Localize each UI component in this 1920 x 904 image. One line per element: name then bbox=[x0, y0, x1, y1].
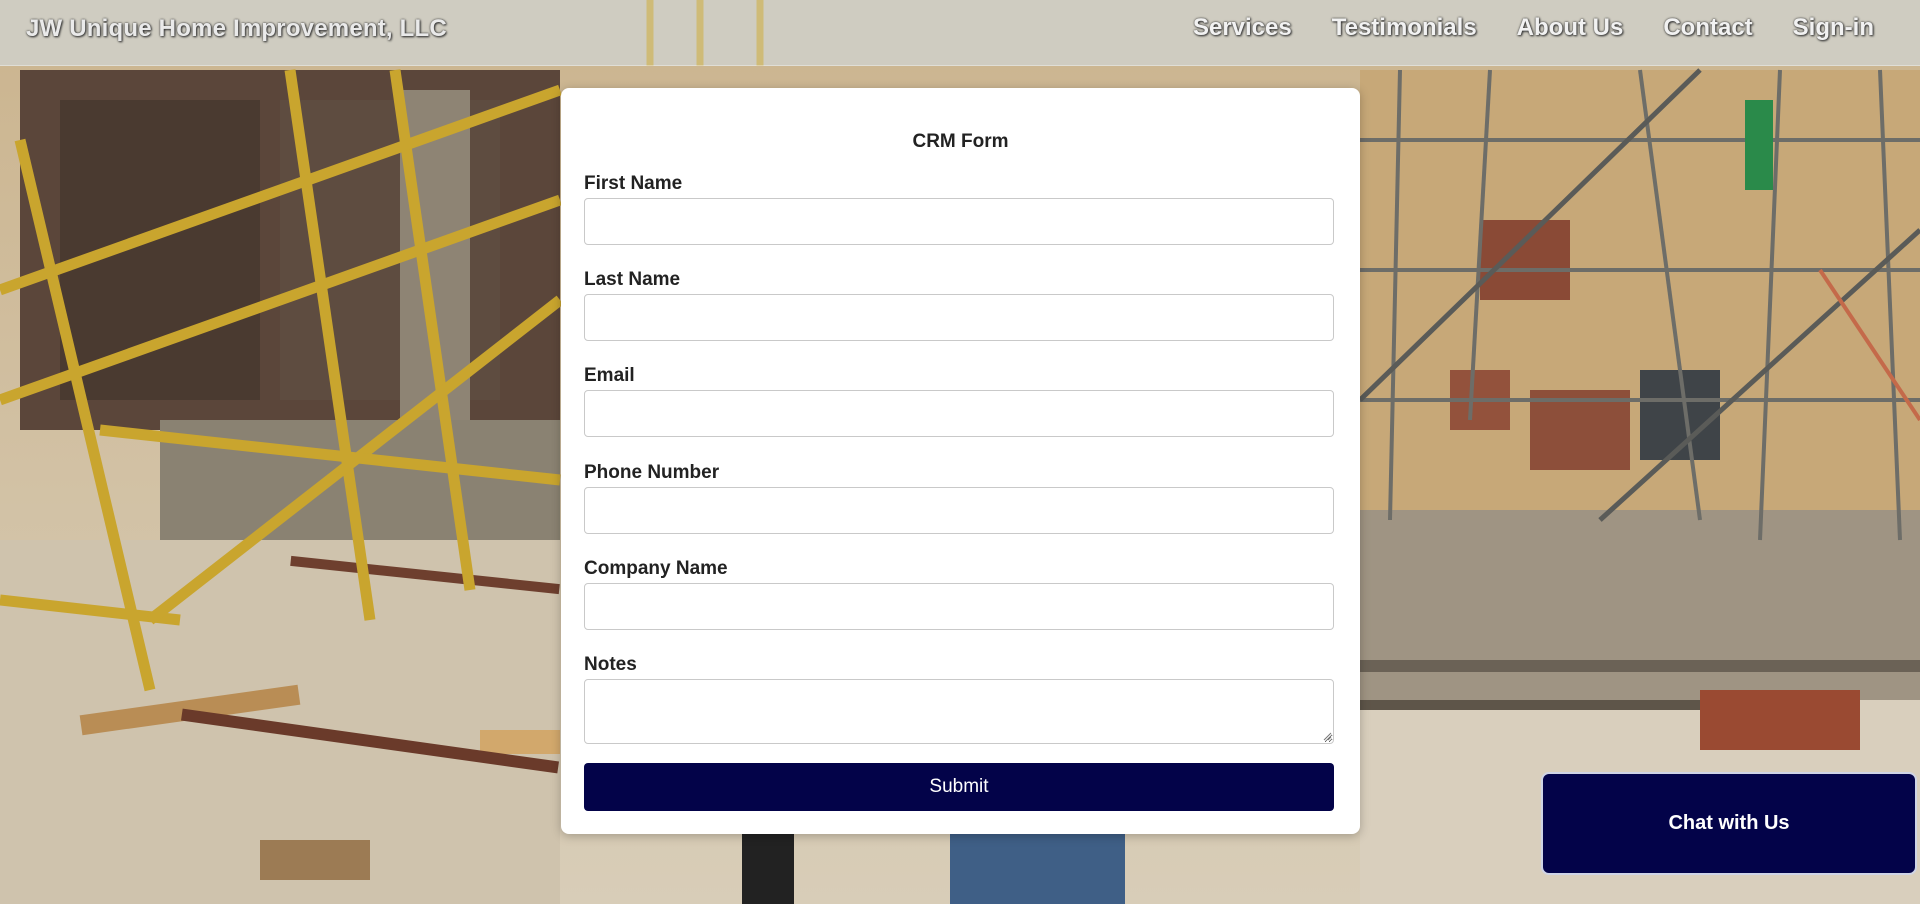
email-label: Email bbox=[584, 365, 635, 386]
form-title: CRM Form bbox=[912, 131, 1009, 152]
phone-number-input[interactable] bbox=[584, 487, 1334, 534]
nav-services[interactable]: Services bbox=[1193, 14, 1292, 42]
last-name-input[interactable] bbox=[584, 294, 1334, 341]
main-nav: Services Testimonials About Us Contact S… bbox=[1193, 14, 1874, 42]
last-name-label: Last Name bbox=[584, 269, 681, 290]
company-name-input[interactable] bbox=[584, 583, 1334, 630]
nav-testimonials[interactable]: Testimonials bbox=[1332, 14, 1477, 42]
nav-sign-in[interactable]: Sign-in bbox=[1793, 14, 1874, 42]
crm-form-card: CRM Form First Name Last Name Email Phon… bbox=[561, 88, 1360, 834]
chat-with-us-button[interactable]: Chat with Us bbox=[1541, 772, 1917, 875]
first-name-label: First Name bbox=[584, 173, 683, 194]
notes-textarea[interactable] bbox=[584, 679, 1334, 744]
nav-contact[interactable]: Contact bbox=[1663, 14, 1752, 42]
submit-button[interactable]: Submit bbox=[584, 763, 1334, 811]
first-name-input[interactable] bbox=[584, 198, 1334, 245]
nav-about-us[interactable]: About Us bbox=[1517, 14, 1624, 42]
site-header: JW Unique Home Improvement, LLC Services… bbox=[0, 0, 1920, 66]
phone-number-label: Phone Number bbox=[584, 462, 720, 483]
brand-logo-text[interactable]: JW Unique Home Improvement, LLC bbox=[26, 15, 447, 43]
notes-label: Notes bbox=[584, 654, 637, 675]
resize-grip-icon[interactable] bbox=[1322, 731, 1332, 741]
company-name-label: Company Name bbox=[584, 558, 728, 579]
email-input[interactable] bbox=[584, 390, 1334, 437]
